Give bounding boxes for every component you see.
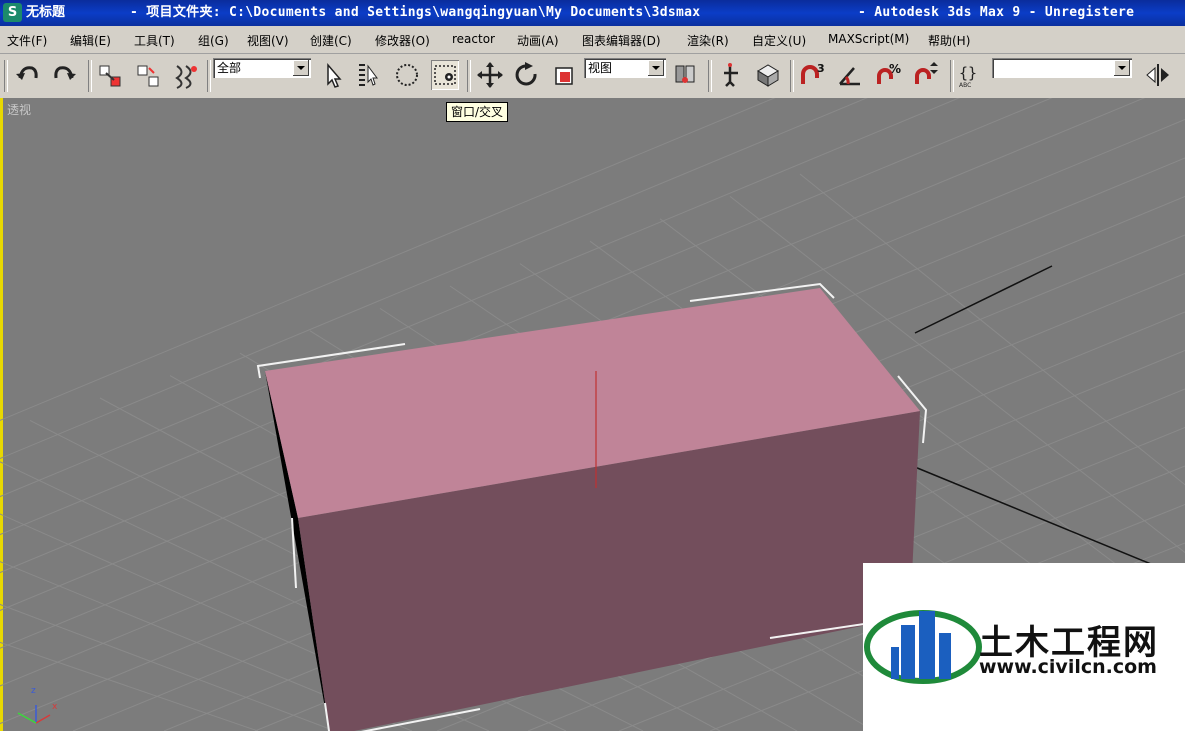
- view-axis-tripod: z x: [17, 686, 58, 724]
- grid-line: [0, 641, 259, 731]
- circle-region-icon: [396, 64, 418, 86]
- select-by-name-icon: [359, 64, 378, 86]
- toolbar-grip: [4, 60, 8, 92]
- named-selection-sets-dropdown[interactable]: [992, 58, 1132, 78]
- pivot-center-icon: [675, 65, 695, 83]
- angle-snap-toggle-button[interactable]: [836, 60, 864, 90]
- named-selection-icon: {}ABC: [959, 64, 977, 89]
- menu-file[interactable]: 文件(F): [7, 32, 47, 49]
- edit-named-selection-button[interactable]: {} ABC: [956, 60, 984, 90]
- watermark-url: www.civilcn.com: [979, 656, 1157, 678]
- reference-coordinate-dropdown[interactable]: 视图: [584, 58, 666, 78]
- menu-graph-editors[interactable]: 图表编辑器(D): [582, 32, 661, 49]
- toolbar-separator: [950, 60, 954, 92]
- menu-group[interactable]: 组(G): [198, 32, 229, 49]
- menu-modifiers[interactable]: 修改器(O): [375, 32, 430, 49]
- unlink-icon: [137, 65, 159, 87]
- select-and-rotate-button[interactable]: [513, 60, 541, 90]
- select-and-link-button[interactable]: [96, 60, 124, 90]
- menu-views[interactable]: 视图(V): [247, 32, 289, 49]
- document-title: 无标题: [26, 5, 66, 20]
- snaps-toggle-button[interactable]: 3: [798, 60, 826, 90]
- select-by-name-button[interactable]: [355, 60, 383, 90]
- z-axis-label: z: [31, 686, 36, 696]
- menu-tools[interactable]: 工具(T): [134, 32, 175, 49]
- percent-snap-toggle-button[interactable]: %: [874, 60, 902, 90]
- magnet-icon: 3: [801, 62, 825, 84]
- selection-region-button[interactable]: [393, 60, 421, 90]
- project-folder-path: - 项目文件夹: C:\Documents and Settings\wangq…: [130, 5, 701, 20]
- menu-animation[interactable]: 动画(A): [517, 32, 559, 49]
- menu-create[interactable]: 创建(C): [310, 32, 352, 49]
- angle-snap-icon: [839, 67, 860, 86]
- redo-button[interactable]: [50, 60, 78, 90]
- toolbar-separator: [790, 60, 794, 92]
- manipulate-icon: [724, 63, 738, 87]
- select-object-button[interactable]: [319, 60, 347, 90]
- bind-to-space-warp-button[interactable]: [172, 60, 200, 90]
- watermark: 土木工程网 www.civilcn.com: [863, 563, 1185, 731]
- select-and-manipulate-button[interactable]: [716, 60, 744, 90]
- select-and-scale-button[interactable]: [551, 60, 579, 90]
- unlink-selection-button[interactable]: [134, 60, 162, 90]
- pivot-point-center-button[interactable]: [671, 60, 699, 90]
- chevron-down-icon[interactable]: [648, 60, 664, 76]
- window-crossing-button[interactable]: [431, 60, 459, 90]
- undo-icon: [16, 66, 38, 80]
- snap-dimension-label: 3: [817, 62, 825, 75]
- mirror-icon: [1146, 64, 1169, 86]
- menu-rendering[interactable]: 渲染(R): [687, 32, 729, 49]
- spinner-snap-icon: [915, 62, 938, 84]
- menu-customize[interactable]: 自定义(U): [752, 32, 806, 49]
- 3dsmax-app-icon[interactable]: S: [3, 3, 22, 22]
- svg-text:{}: {}: [959, 64, 977, 82]
- menu-edit[interactable]: 编辑(E): [70, 32, 111, 49]
- keyboard-shortcut-override-button[interactable]: [754, 60, 782, 90]
- window-crossing-icon: [434, 65, 456, 85]
- title-bar: S 无标题 - 项目文件夹: C:\Documents and Settings…: [0, 0, 1185, 26]
- toolbar-separator: [88, 60, 92, 92]
- toolbar-separator: [708, 60, 712, 92]
- cursor-icon: [327, 62, 342, 88]
- link-icon: [99, 65, 121, 87]
- application-name: - Autodesk 3ds Max 9 - Unregistere: [858, 5, 1135, 20]
- scale-icon: [555, 67, 573, 85]
- spinner-snap-toggle-button[interactable]: [912, 60, 940, 90]
- main-toolbar: 全部 视图 3 % {} ABC: [0, 54, 1185, 100]
- reference-coordinate-value: 视图: [588, 61, 613, 75]
- grid-line: [0, 603, 336, 731]
- space-warp-icon: [175, 65, 197, 89]
- chevron-down-icon[interactable]: [293, 60, 309, 76]
- redo-icon: [54, 66, 76, 80]
- x-axis-label: x: [52, 702, 58, 712]
- rotate-icon: [515, 62, 537, 86]
- mirror-button[interactable]: [1144, 60, 1172, 90]
- window-crossing-tooltip: 窗口/交叉: [446, 102, 509, 122]
- selection-filter-value: 全部: [217, 61, 242, 75]
- undo-button[interactable]: [14, 60, 42, 90]
- menu-help[interactable]: 帮助(H): [928, 32, 970, 49]
- menu-maxscript[interactable]: MAXScript(M): [828, 32, 909, 46]
- percent-snap-icon: %: [877, 62, 901, 84]
- menu-reactor[interactable]: reactor: [452, 32, 495, 46]
- toolbar-separator: [467, 60, 471, 92]
- percent-snap-label: %: [889, 62, 901, 76]
- select-and-move-button[interactable]: [476, 60, 504, 90]
- menu-bar: 文件(F) 编辑(E) 工具(T) 组(G) 视图(V) 创建(C) 修改器(O…: [0, 26, 1185, 54]
- move-icon: [477, 62, 503, 88]
- toolbar-separator: [207, 60, 211, 92]
- svg-text:ABC: ABC: [959, 82, 971, 89]
- keyboard-override-icon: [757, 64, 779, 87]
- selection-filter-dropdown[interactable]: 全部: [213, 58, 311, 78]
- chevron-down-icon[interactable]: [1114, 60, 1130, 76]
